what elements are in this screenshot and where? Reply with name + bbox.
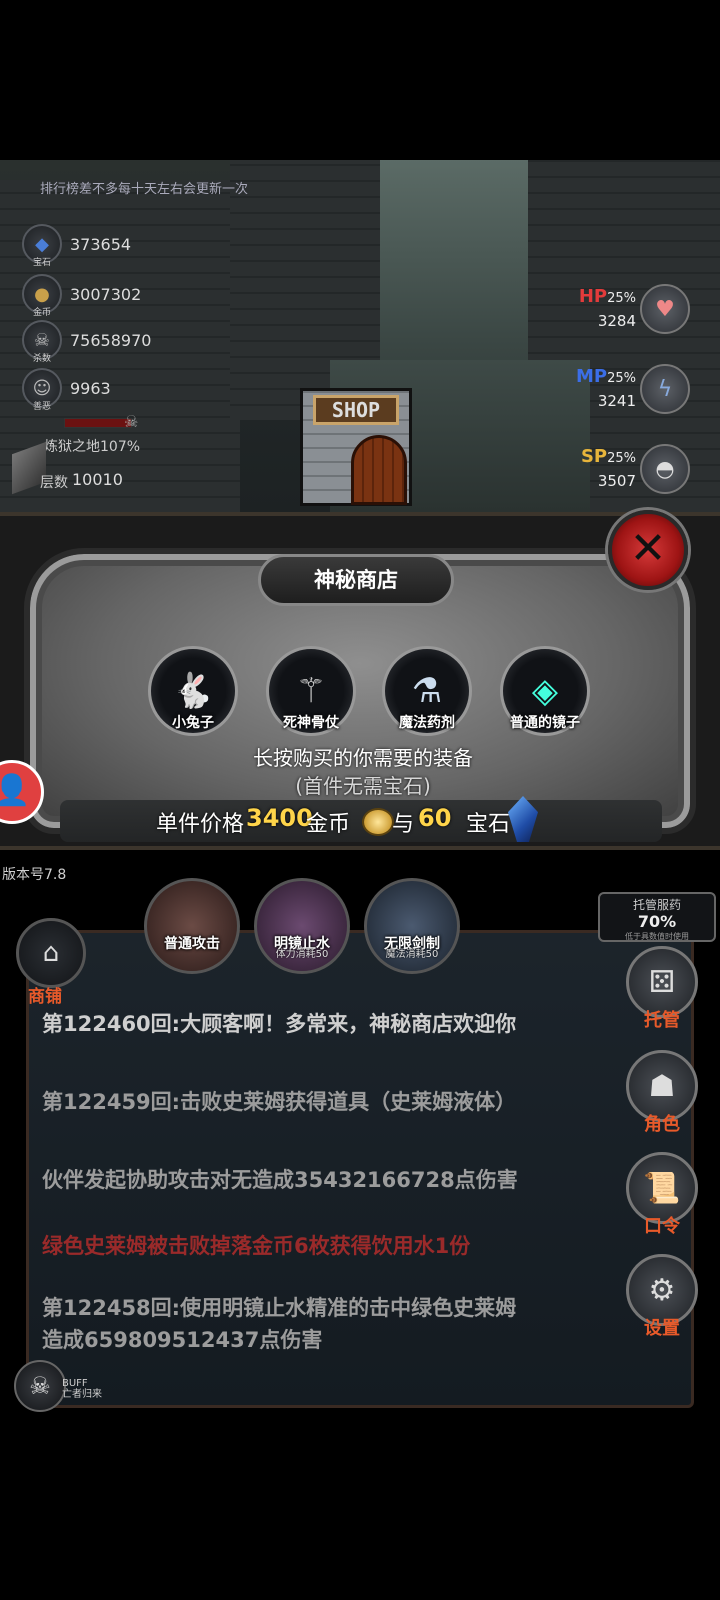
stat-kills: ☠ 杀数 75658970 <box>22 320 152 364</box>
potion-icon: ⚗ <box>411 671 443 711</box>
shop-icon: ⌂ <box>42 938 60 968</box>
price-gem: 60 <box>418 804 452 832</box>
close-button[interactable]: ✕ <box>608 510 688 590</box>
gold-label: 金币 <box>306 812 351 837</box>
purchase-hint: 长按购买的你需要的装备 <box>253 746 473 770</box>
log-line: 第122460回:大顾客啊！多常来，神秘商店欢迎你 <box>42 1012 517 1036</box>
coin-icon <box>362 808 394 836</box>
karma-value: 9963 <box>70 378 111 398</box>
price-bar <box>60 800 662 842</box>
zone-progress-bar <box>64 418 132 428</box>
rabbit-icon: 🐇 <box>171 671 215 711</box>
zone-name: 炼狱之地107% <box>44 439 141 455</box>
food-plate-icon: ◓ <box>640 444 690 494</box>
stat-karma: ☺ 善恶 9963 <box>22 368 111 412</box>
mirror-icon: ◈ <box>531 671 559 711</box>
item-label-rabbit: 小兔子 <box>172 715 214 731</box>
skill-normal-attack[interactable]: 普通攻击 <box>144 878 240 974</box>
stat-gems: ◆ 宝石 373654 <box>22 224 132 268</box>
item-label-mirror: 普通的镜子 <box>510 715 580 731</box>
hp-gauge: HP25% 3284 ♥ <box>579 284 690 334</box>
skill-unlimited-blades[interactable]: 无限剑制 魔法消耗50 <box>364 878 460 974</box>
buff-label: BUFF 亡者归来 <box>62 1378 102 1400</box>
floor-value: 10010 <box>72 470 123 489</box>
gem-count: 373654 <box>70 234 132 254</box>
item-label-magic-potion: 魔法药剂 <box>399 715 455 731</box>
gem-icon: ◆ 宝石 <box>22 224 62 268</box>
shop-button-label: 商铺 <box>28 987 62 1007</box>
log-line: 第122458回:使用明镜止水精准的击中绿色史莱姆 <box>42 1296 517 1320</box>
skull-small-icon: ☠ <box>124 412 139 431</box>
character-label: 角色 <box>644 1114 680 1135</box>
shop-sign: SHOP <box>313 395 399 425</box>
log-line: 造成659809512437点伤害 <box>42 1328 323 1352</box>
kill-count: 75658970 <box>70 330 152 350</box>
gem-label: 宝石 <box>466 812 511 837</box>
shop-door <box>351 435 407 505</box>
log-line: 伙伴发起协助攻击对无造成35432166728点伤害 <box>42 1168 518 1192</box>
mp-gauge: MP25% 3241 ϟ <box>576 364 690 414</box>
item-label-bone-staff: 死神骨仗 <box>283 715 339 731</box>
mask-icon: ☺ 善恶 <box>22 368 62 412</box>
gear-icon: ⚙ <box>648 1272 676 1308</box>
dice-icon: ⚄ <box>648 964 676 1000</box>
price-prefix: 单件价格 <box>156 812 245 837</box>
price-gold: 3400 <box>246 804 313 832</box>
log-line: 绿色史莱姆被击败掉落金币6枚获得饮用水1份 <box>42 1234 471 1258</box>
auto-potion-value: 70% <box>637 912 677 931</box>
coin-icon: ● 金币 <box>22 274 62 318</box>
log-line: 第122459回:击败史莱姆获得道具（史莱姆液体） <box>42 1090 517 1114</box>
dialog-title: 神秘商店 <box>258 554 454 606</box>
skull-icon: ☠ <box>29 1372 51 1400</box>
shop-building[interactable]: SHOP <box>300 388 412 506</box>
potion-heart-icon: ♥ <box>640 284 690 334</box>
shop-button[interactable]: ⌂ <box>16 918 86 988</box>
auto-potion-title: 托管服药 <box>632 898 681 912</box>
version-label: 版本号7.8 <box>2 867 67 883</box>
scroll-icon: 📜 <box>643 1170 681 1206</box>
purchase-hint-sub: (首件无需宝石) <box>295 774 431 798</box>
price-and: 与 <box>392 812 415 837</box>
auto-potion-setting[interactable]: 托管服药 70% 低于具数值时使用 <box>598 892 716 942</box>
bone-staff-icon: ⚚ <box>295 671 327 711</box>
stat-coins: ● 金币 3007302 <box>22 274 142 318</box>
coin-count: 3007302 <box>70 284 142 304</box>
user-icon: 👤 <box>0 773 31 808</box>
ranking-note: 排行榜差不多每十天左右会更新一次 <box>40 182 249 197</box>
potion-bolt-icon: ϟ <box>640 364 690 414</box>
skull-icon: ☠ 杀数 <box>22 320 62 364</box>
skill-mirror-water[interactable]: 明镜止水 体力消耗50 <box>254 878 350 974</box>
hooded-figure-icon: ☗ <box>648 1068 676 1104</box>
auto-potion-note: 低于具数值时使用 <box>625 932 689 941</box>
password-label: 口令 <box>644 1216 680 1237</box>
auto-battle-label: 托管 <box>644 1010 680 1031</box>
settings-label: 设置 <box>644 1318 680 1339</box>
sp-gauge: SP25% 3507 ◓ <box>581 444 690 494</box>
buff-button[interactable]: ☠ <box>14 1360 66 1412</box>
floor-label: 层数 <box>40 475 68 491</box>
